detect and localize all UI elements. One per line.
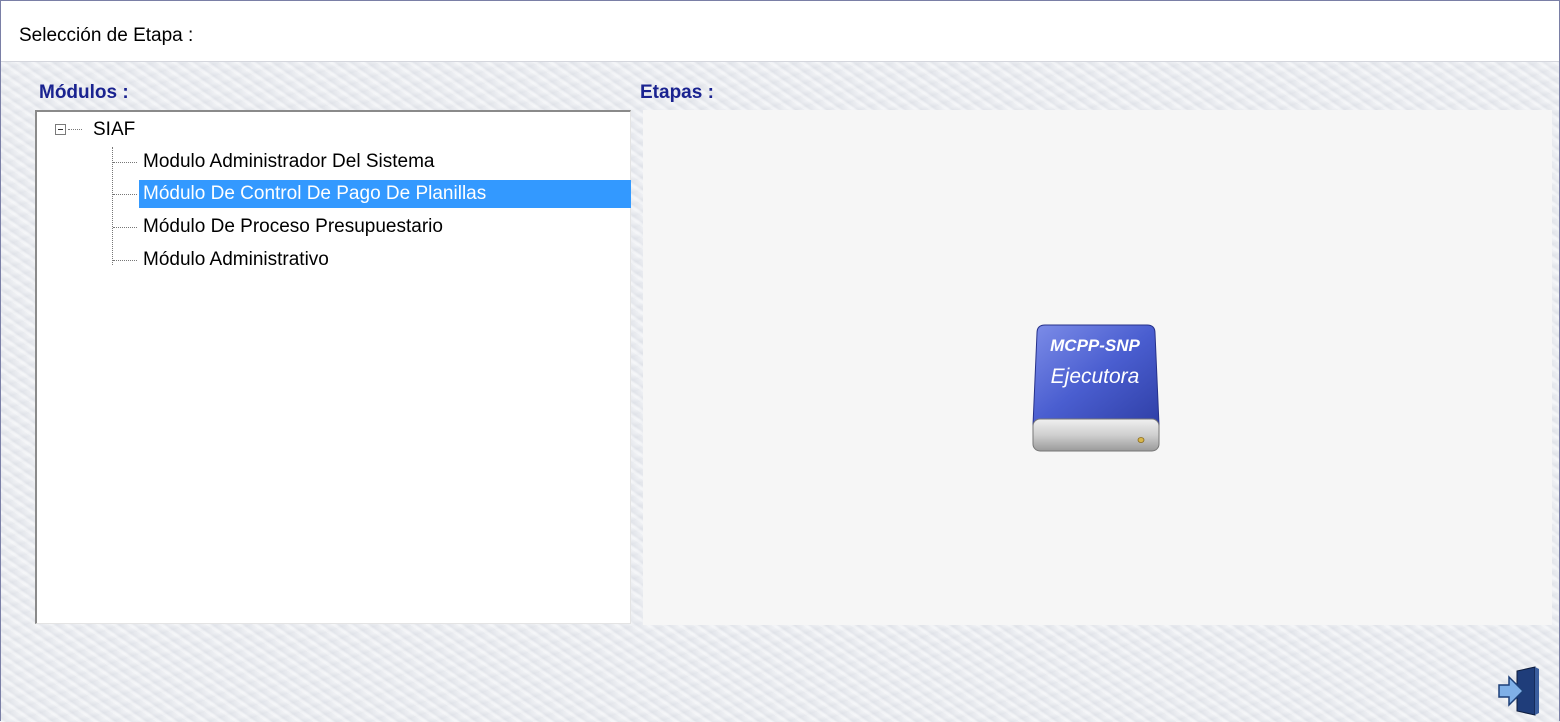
stage-label-line2: Ejecutora xyxy=(1051,365,1140,388)
tree-connector xyxy=(113,227,137,228)
drive-icon[interactable]: MCPP-SNP Ejecutora xyxy=(1031,321,1161,455)
exit-door-icon[interactable] xyxy=(1493,665,1541,717)
tree-connector xyxy=(112,147,113,265)
modules-tree[interactable]: SIAF Modulo Administrador Del Sistema Mó… xyxy=(35,110,631,624)
stage-label-line1: MCPP-SNP xyxy=(1050,336,1140,355)
title-bar: Selección de Etapa : xyxy=(1,1,1559,62)
tree-item-admin-sistema[interactable]: Modulo Administrador Del Sistema xyxy=(139,148,438,176)
stages-label: Etapas : xyxy=(640,82,714,103)
tree-item-administrativo[interactable]: Módulo Administrativo xyxy=(139,246,333,274)
tree-connector xyxy=(113,260,137,261)
window-title: Selección de Etapa : xyxy=(19,25,194,46)
tree-connector xyxy=(113,162,137,163)
tree-item-proceso-presupuestario[interactable]: Módulo De Proceso Presupuestario xyxy=(139,213,447,241)
collapse-icon[interactable] xyxy=(55,124,66,135)
tree-connector xyxy=(113,194,137,195)
tree-item-control-pago-planillas[interactable]: Módulo De Control De Pago De Planillas xyxy=(139,180,631,208)
modules-label: Módulos : xyxy=(39,82,129,103)
tree-connector xyxy=(68,129,82,130)
tree-node-siaf[interactable]: SIAF xyxy=(93,116,135,144)
stage-selection-window: Selección de Etapa : Módulos : Etapas : … xyxy=(0,0,1560,721)
